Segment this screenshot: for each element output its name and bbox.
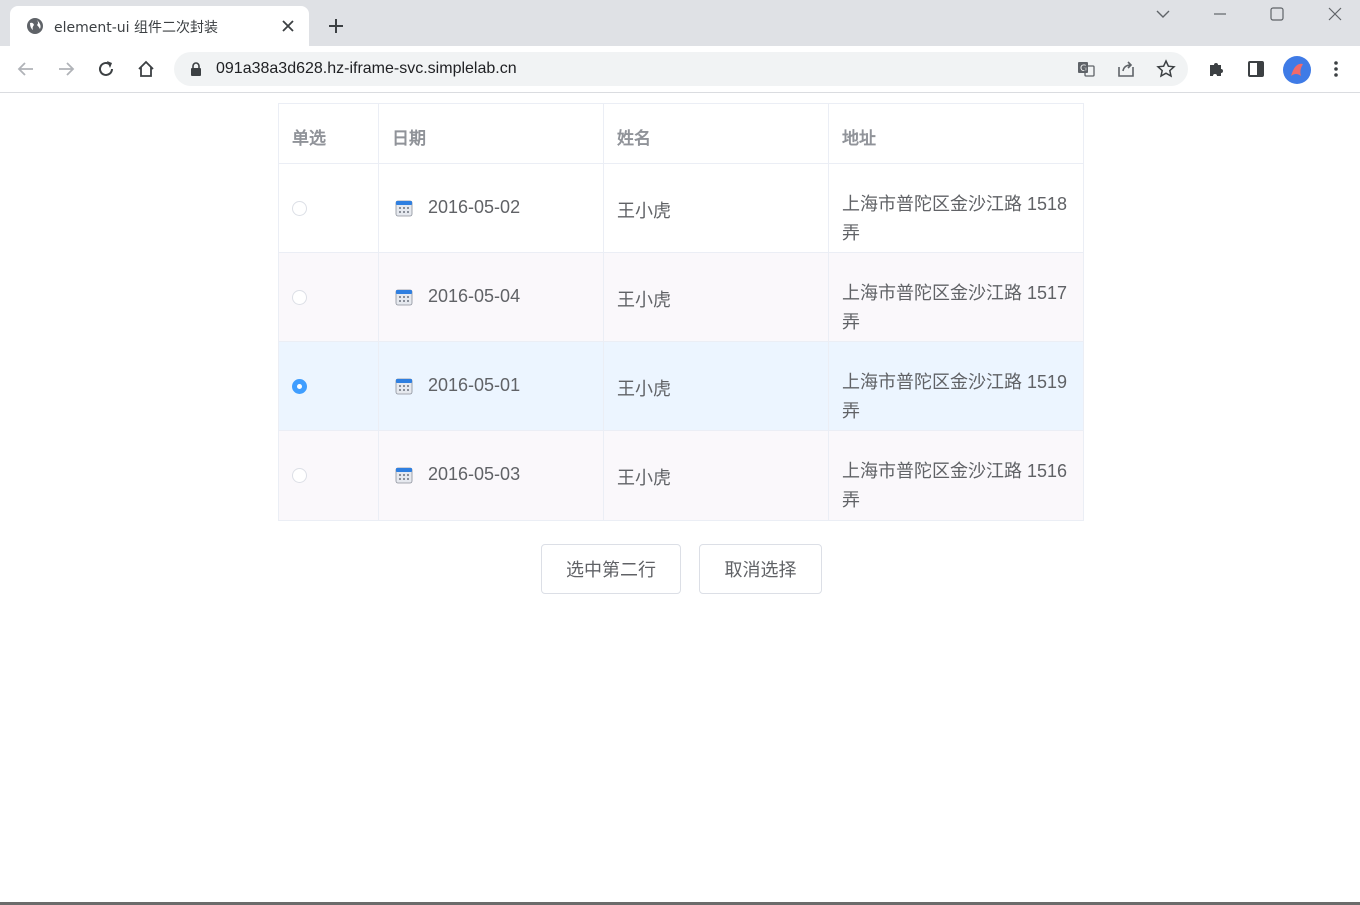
data-table: 单选 日期 姓名 地址 2016-05-02 王小虎 上海市普陀区金沙江路 15… (278, 103, 1084, 521)
table-row[interactable]: 2016-05-02 王小虎 上海市普陀区金沙江路 1518 弄 (279, 164, 1083, 253)
profile-avatar[interactable] (1283, 56, 1311, 84)
extensions-puzzle-icon[interactable] (1206, 59, 1226, 79)
translate-icon[interactable]: G (1076, 59, 1096, 79)
cancel-selection-button[interactable]: 取消选择 (699, 544, 822, 594)
header-radio: 单选 (279, 104, 379, 163)
reload-icon[interactable] (96, 59, 116, 79)
header-date: 日期 (379, 104, 604, 163)
close-tab-icon[interactable] (279, 17, 297, 35)
maximize-icon[interactable] (1267, 4, 1287, 24)
table-row[interactable]: 2016-05-03 王小虎 上海市普陀区金沙江路 1516 弄 (279, 431, 1083, 520)
bookmark-star-icon[interactable] (1156, 59, 1176, 79)
calendar-icon (395, 467, 413, 484)
row-date: 2016-05-03 (428, 464, 521, 484)
more-menu-icon[interactable] (1326, 59, 1346, 79)
table-row[interactable]: 2016-05-04 王小虎 上海市普陀区金沙江路 1517 弄 (279, 253, 1083, 342)
share-icon[interactable] (1116, 59, 1136, 79)
row-radio[interactable] (292, 468, 307, 483)
side-panel-icon[interactable] (1246, 59, 1266, 79)
row-radio[interactable] (292, 290, 307, 305)
browser-tab[interactable]: element-ui 组件二次封装 (10, 6, 309, 46)
row-address: 上海市普陀区金沙江路 1517 弄 (842, 283, 1068, 332)
tab-strip: element-ui 组件二次封装 (0, 0, 1360, 46)
row-date: 2016-05-01 (428, 375, 521, 395)
close-window-icon[interactable] (1325, 4, 1345, 24)
tab-title: element-ui 组件二次封装 (54, 20, 218, 36)
back-icon[interactable] (16, 59, 36, 79)
minimize-icon[interactable] (1210, 4, 1230, 24)
row-date: 2016-05-04 (428, 286, 521, 306)
row-address: 上海市普陀区金沙江路 1518 弄 (842, 194, 1068, 243)
row-name: 王小虎 (617, 468, 671, 488)
row-name: 王小虎 (617, 201, 671, 221)
row-radio[interactable] (292, 201, 307, 216)
new-tab-icon[interactable] (326, 16, 346, 36)
row-name: 王小虎 (617, 290, 671, 310)
select-second-row-button[interactable]: 选中第二行 (541, 544, 681, 594)
row-date: 2016-05-02 (428, 197, 521, 217)
table-row-selected[interactable]: 2016-05-01 王小虎 上海市普陀区金沙江路 1519 弄 (279, 342, 1083, 431)
calendar-icon (395, 378, 413, 395)
browser-toolbar: 091a38a3d628.hz-iframe-svc.simplelab.cn … (0, 46, 1360, 93)
url-text[interactable]: 091a38a3d628.hz-iframe-svc.simplelab.cn (216, 60, 517, 78)
row-address: 上海市普陀区金沙江路 1516 弄 (842, 461, 1068, 510)
table-header: 单选 日期 姓名 地址 (279, 104, 1083, 164)
home-icon[interactable] (136, 59, 156, 79)
row-radio-checked[interactable] (292, 379, 307, 394)
header-address: 地址 (842, 129, 876, 148)
calendar-icon (395, 200, 413, 217)
header-name: 姓名 (604, 104, 829, 163)
address-bar[interactable]: 091a38a3d628.hz-iframe-svc.simplelab.cn … (174, 52, 1188, 86)
tab-search-chevron-icon[interactable] (1153, 4, 1173, 24)
row-name: 王小虎 (617, 379, 671, 399)
lock-icon[interactable] (188, 61, 204, 77)
calendar-icon (395, 289, 413, 306)
globe-icon (27, 18, 43, 34)
row-address: 上海市普陀区金沙江路 1519 弄 (842, 372, 1068, 421)
forward-icon[interactable] (56, 59, 76, 79)
